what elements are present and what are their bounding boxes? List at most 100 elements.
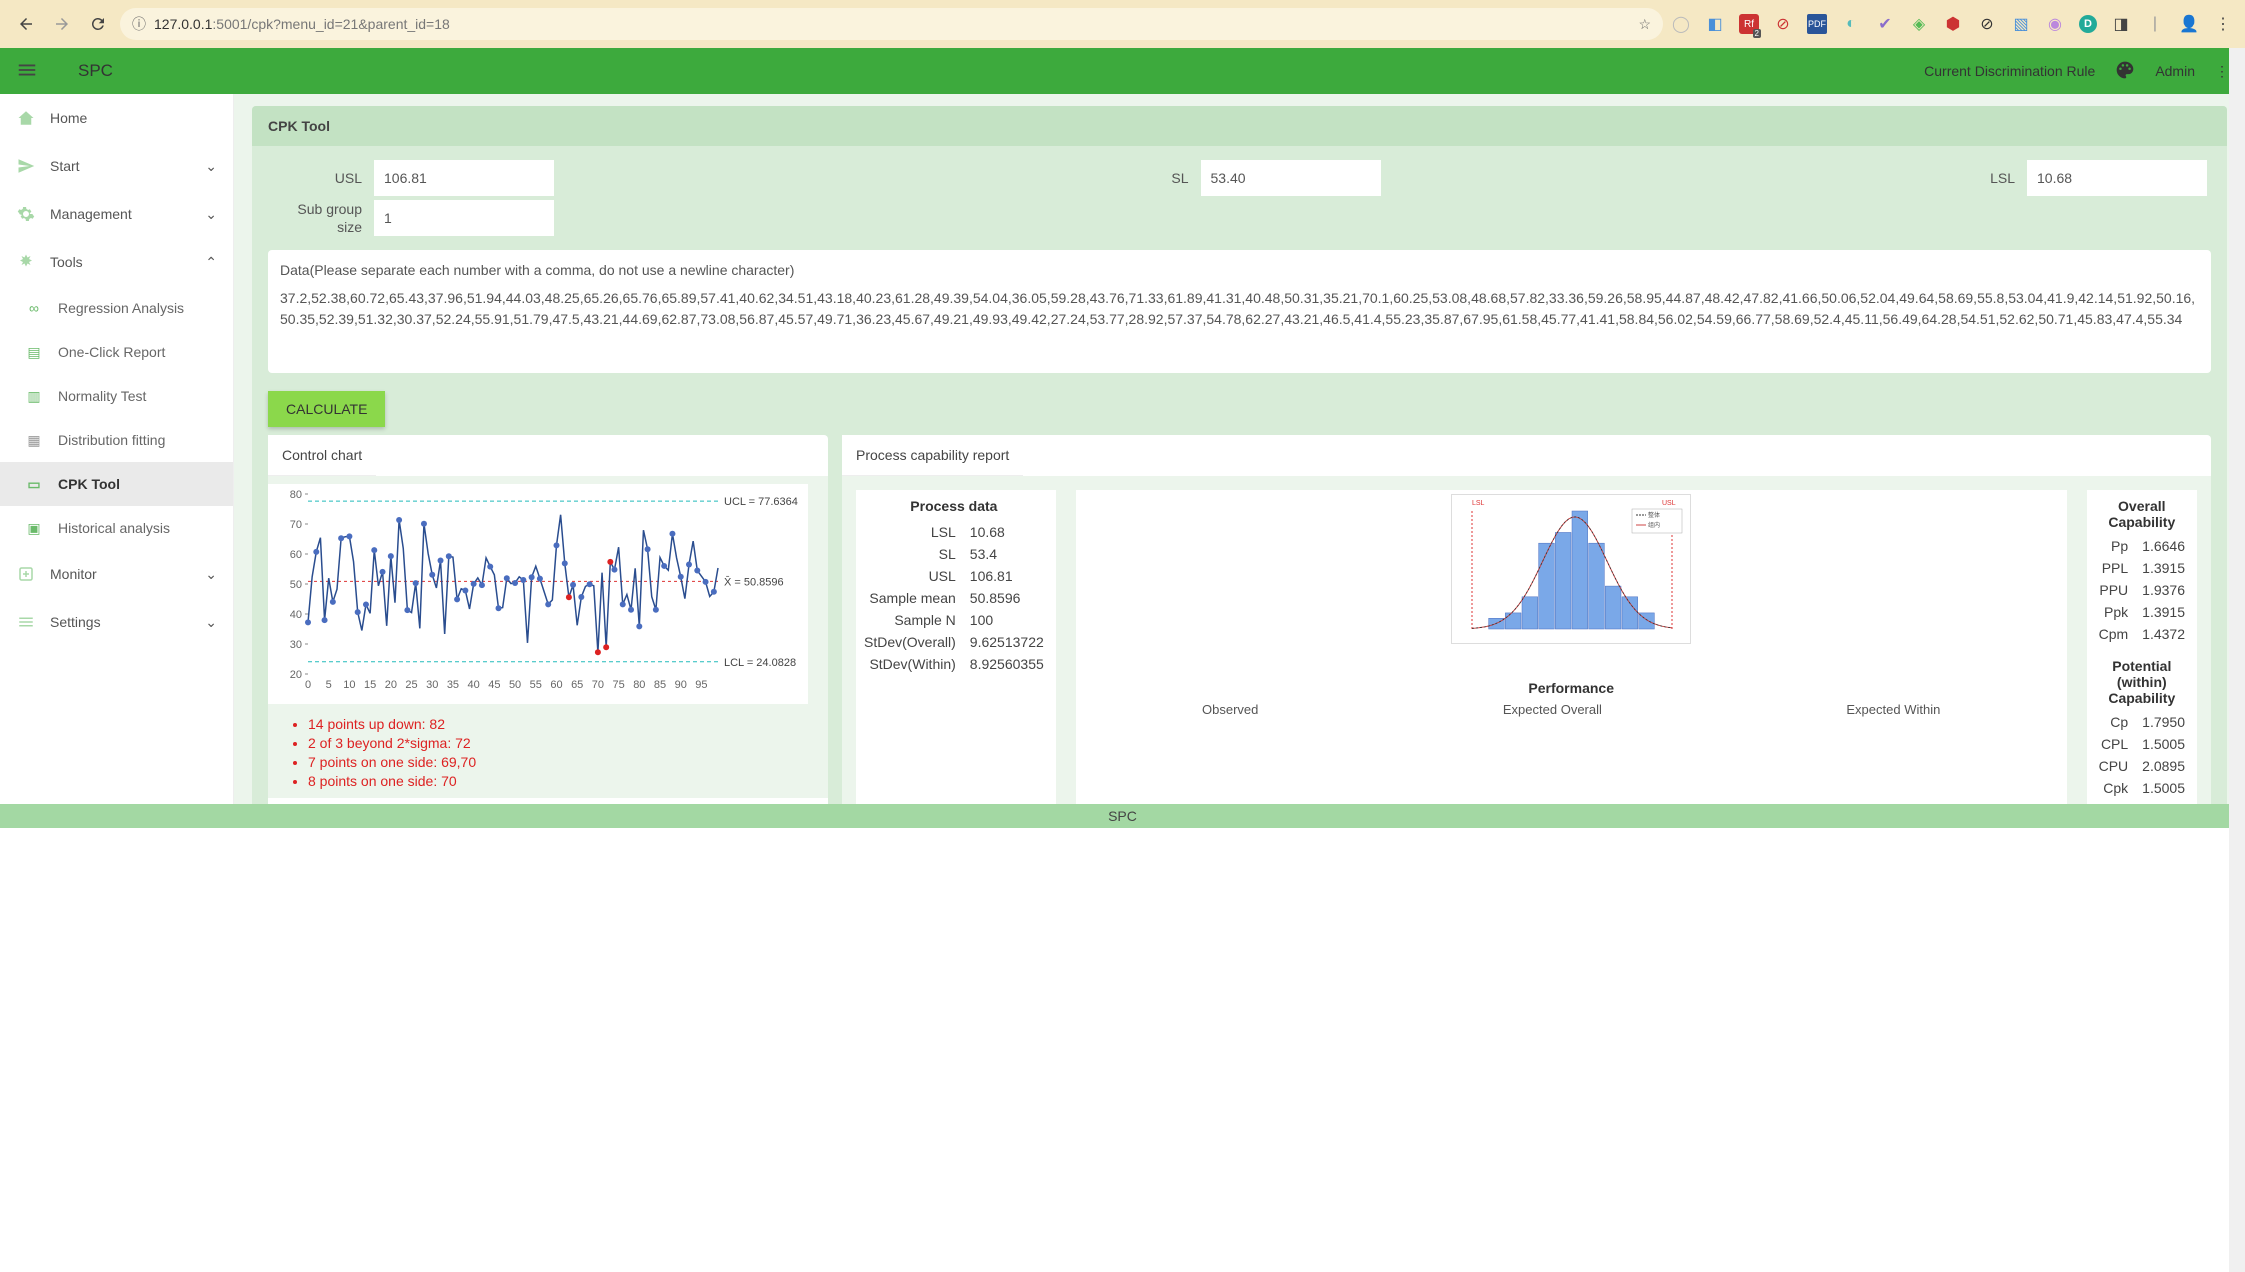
sidebar: Home Start ⌄ Management ⌄ Tools ⌃ ∞ Regr…	[0, 94, 234, 804]
lsl-label: LSL	[1925, 170, 2015, 186]
app-footer: SPC	[0, 804, 2245, 828]
user-name[interactable]: Admin	[2155, 63, 2195, 79]
ext-icon-translate[interactable]: ◧	[1705, 14, 1725, 34]
user-menu-icon[interactable]: ⋮	[2215, 63, 2229, 80]
sidebar-item-home[interactable]: Home	[0, 94, 233, 142]
svg-text:组内: 组内	[1648, 521, 1660, 529]
perf-header-overall: Expected Overall	[1503, 702, 1602, 717]
sidebar-item-distribution[interactable]: ▦ Distribution fitting	[0, 418, 233, 462]
overall-cap-title: Overall Capability	[2097, 498, 2187, 534]
svg-text:65: 65	[571, 679, 583, 691]
ext-icon-abp[interactable]: Rf2	[1739, 14, 1759, 34]
sidebar-item-management[interactable]: Management ⌄	[0, 190, 233, 238]
svg-text:80: 80	[633, 679, 645, 691]
ext-icon-11[interactable]: D	[2079, 15, 2097, 33]
svg-text:80: 80	[290, 489, 302, 501]
browser-menu-icon[interactable]: ⋮	[2213, 14, 2233, 34]
svg-text:0: 0	[305, 679, 311, 691]
sidebar-item-label: Distribution fitting	[58, 432, 217, 448]
calculate-button[interactable]: CALCULATE	[268, 391, 385, 427]
link-icon: ∞	[24, 298, 44, 318]
sidebar-item-normality[interactable]: ▥ Normality Test	[0, 374, 233, 418]
svg-text:15: 15	[364, 679, 376, 691]
svg-text:X̄ = 50.8596: X̄ = 50.8596	[724, 576, 784, 589]
ext-icon-block[interactable]: ⊘	[1773, 14, 1793, 34]
control-chart: 2030405060708005101520253035404550556065…	[268, 484, 808, 704]
monitor-icon	[16, 564, 36, 584]
svg-text:30: 30	[426, 679, 438, 691]
sidebar-item-cpk[interactable]: ▭ CPK Tool	[0, 462, 233, 506]
overall-capability-table: Pp1.6646PPL1.3915PPU1.9376Ppk1.3915Cpm1.…	[2091, 534, 2193, 646]
report-icon: ▤	[24, 342, 44, 362]
reload-button[interactable]	[84, 10, 112, 38]
url-path: :5001/cpk?menu_id=21&parent_id=18	[212, 16, 449, 32]
extensions-icon[interactable]: ◨	[2111, 14, 2131, 34]
chevron-down-icon: ⌄	[205, 206, 217, 223]
sidebar-item-label: Management	[50, 206, 191, 222]
sidebar-item-label: Monitor	[50, 566, 191, 582]
ext-icon-8[interactable]: ⊘	[1977, 14, 1997, 34]
lsl-input[interactable]	[2027, 160, 2207, 196]
sl-label: SL	[1099, 170, 1189, 186]
sidebar-item-regression[interactable]: ∞ Regression Analysis	[0, 286, 233, 330]
back-button[interactable]	[12, 10, 40, 38]
histogram-chart: LSLUSL整体组内	[1451, 494, 1691, 644]
list-icon	[16, 612, 36, 632]
data-label: Data(Please separate each number with a …	[280, 262, 2199, 278]
sidebar-item-historical[interactable]: ▣ Historical analysis	[0, 506, 233, 550]
svg-text:USL: USL	[1662, 500, 1676, 507]
svg-text:30: 30	[290, 639, 302, 651]
perf-header-observed: Observed	[1202, 702, 1258, 717]
chevron-down-icon: ⌄	[205, 566, 217, 583]
process-data-title: Process data	[856, 498, 1052, 520]
control-chart-panel: Control chart 20304050607080051015202530…	[268, 435, 828, 804]
current-rule-link[interactable]: Current Discrimination Rule	[1924, 63, 2095, 79]
subgroup-input[interactable]	[374, 200, 554, 236]
ext-icon-7[interactable]: ◈	[1909, 14, 1929, 34]
report-title: Process capability report	[842, 435, 1023, 476]
chevron-down-icon: ⌄	[205, 158, 217, 175]
svg-text:25: 25	[405, 679, 417, 691]
tools-icon	[16, 252, 36, 272]
sidebar-item-report[interactable]: ▤ One-Click Report	[0, 330, 233, 374]
sl-input[interactable]	[1201, 160, 1381, 196]
sidebar-item-settings[interactable]: Settings ⌄	[0, 598, 233, 646]
ext-icon-pdf[interactable]: PDF	[1807, 14, 1827, 34]
ext-icon-ublock[interactable]: ⬢	[1943, 14, 1963, 34]
ext-icon-9[interactable]: ▧	[2011, 14, 2031, 34]
ext-icon-5[interactable]: ◐	[1841, 14, 1861, 34]
hamburger-icon[interactable]	[16, 59, 38, 84]
url-bar[interactable]: ⓘ 127.0.0.1:5001/cpk?menu_id=21&parent_i…	[120, 8, 1663, 40]
page-scrollbar[interactable]	[2229, 48, 2245, 1272]
svg-text:55: 55	[530, 679, 542, 691]
sidebar-item-tools[interactable]: Tools ⌃	[0, 238, 233, 286]
potential-capability-table: Cp1.7950CPL1.5005CPU2.0895Cpk1.5005	[2091, 710, 2193, 800]
calendar-icon: ▣	[24, 518, 44, 538]
sidebar-item-label: Normality Test	[58, 388, 217, 404]
cpk-icon: ▭	[24, 474, 44, 494]
page-title: CPK Tool	[252, 106, 2227, 146]
palette-icon[interactable]	[2115, 60, 2135, 83]
chevron-down-icon: ⌄	[205, 614, 217, 631]
ext-icon-10[interactable]: ◉	[2045, 14, 2065, 34]
sidebar-item-monitor[interactable]: Monitor ⌄	[0, 550, 233, 598]
performance-headers: Observed Expected Overall Expected Withi…	[1080, 702, 2063, 725]
start-icon	[16, 156, 36, 176]
svg-text:75: 75	[612, 679, 624, 691]
svg-text:10: 10	[343, 679, 355, 691]
ext-icon-1[interactable]: ◯	[1671, 14, 1691, 34]
svg-text:45: 45	[488, 679, 500, 691]
app-header: SPC Current Discrimination Rule Admin ⋮	[0, 48, 2245, 94]
ext-icon-6[interactable]: ✔	[1875, 14, 1895, 34]
data-textarea[interactable]	[280, 288, 2199, 358]
forward-button[interactable]	[48, 10, 76, 38]
sidebar-item-label: Tools	[50, 254, 191, 270]
usl-input[interactable]	[374, 160, 554, 196]
profile-icon[interactable]: 👤	[2179, 14, 2199, 34]
svg-text:20: 20	[385, 679, 397, 691]
sidebar-item-label: Start	[50, 158, 191, 174]
sidebar-item-start[interactable]: Start ⌄	[0, 142, 233, 190]
star-icon[interactable]: ☆	[1638, 16, 1651, 33]
svg-text:40: 40	[468, 679, 480, 691]
main-content: CPK Tool USL SL LSL Sub	[234, 94, 2245, 804]
